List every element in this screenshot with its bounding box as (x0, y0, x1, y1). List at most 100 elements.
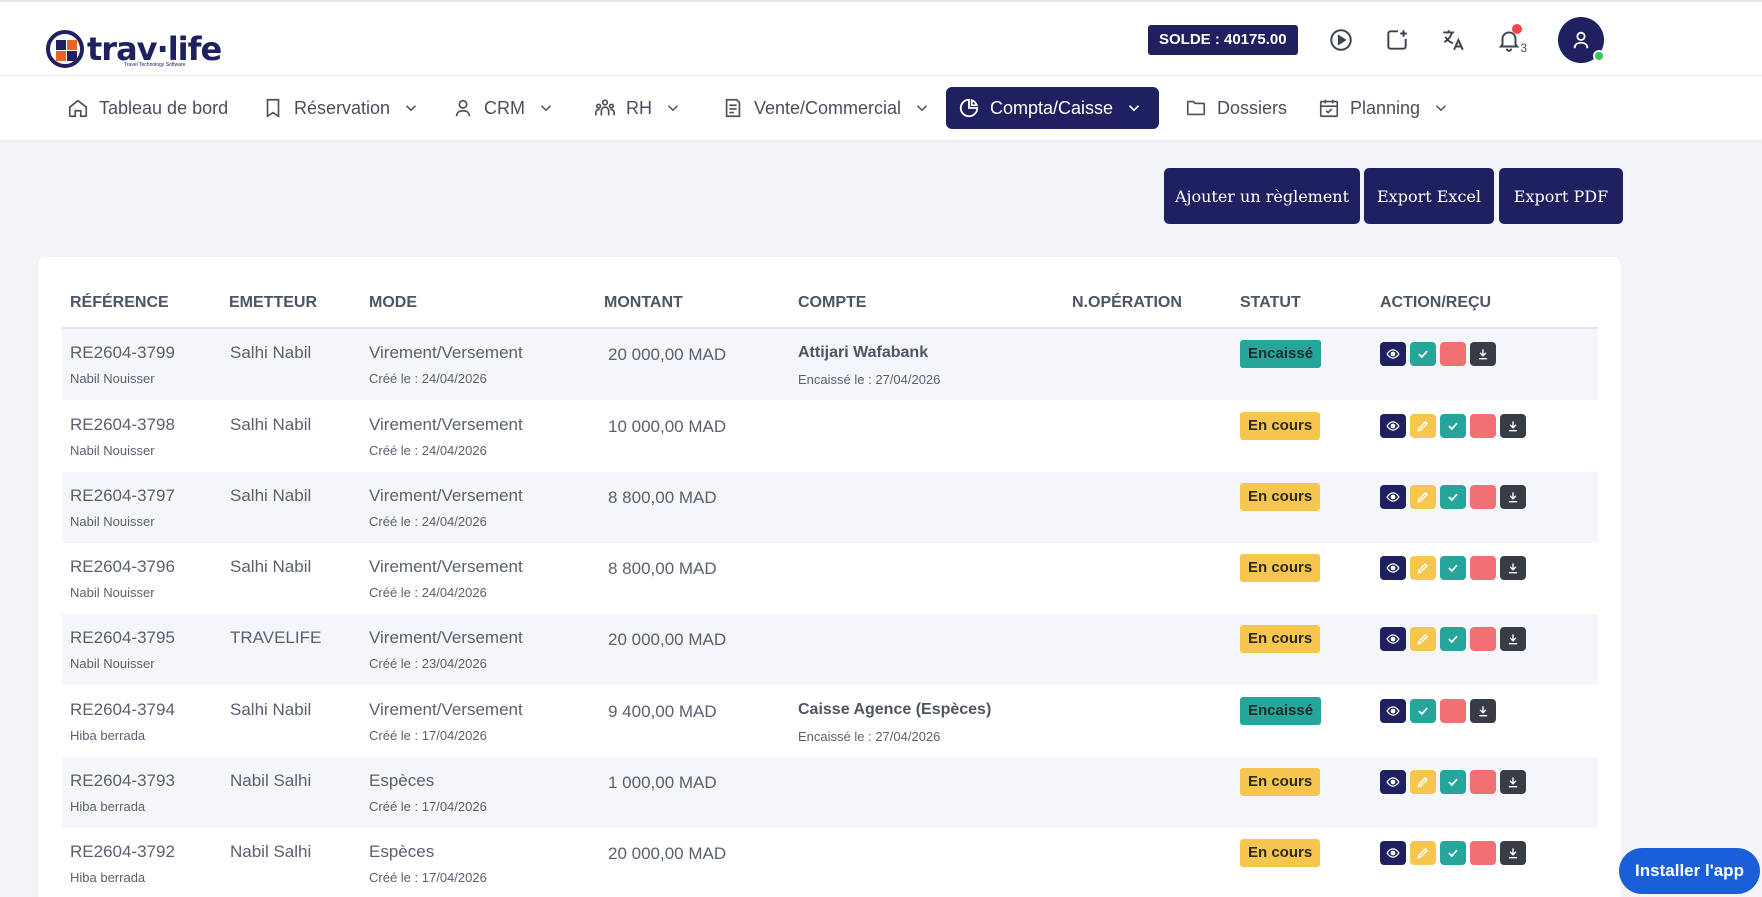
validate-button[interactable] (1440, 414, 1466, 438)
validate-button[interactable] (1410, 699, 1436, 723)
delete-button[interactable] (1470, 627, 1496, 651)
validate-button[interactable] (1440, 627, 1466, 651)
table-row: RE2604-3797 Nabil Nouisser Salhi Nabil Vire… (62, 472, 1598, 543)
edit-button[interactable] (1410, 627, 1436, 651)
play-icon[interactable] (1323, 22, 1359, 58)
view-button[interactable] (1380, 699, 1406, 723)
pencil-icon (1416, 846, 1430, 860)
table-row: RE2604-3794 Hiba berrada Salhi Nabil Vireme… (62, 686, 1598, 757)
edit-button[interactable] (1410, 556, 1436, 580)
nav-item-vente-commercial[interactable]: Vente/Commercial (710, 87, 943, 129)
pencil-icon (1416, 775, 1430, 789)
edit-button[interactable] (1410, 841, 1436, 865)
chevron-down-icon (406, 105, 417, 112)
bell-icon[interactable]: 3 (1491, 22, 1527, 58)
validate-button[interactable] (1440, 841, 1466, 865)
nav-label: Tableau de bord (99, 97, 229, 118)
avatar[interactable] (1558, 17, 1605, 63)
delete-button[interactable] (1470, 414, 1496, 438)
table-row: RE2604-3799 Nabil Nouisser Salhi Nabil Vire… (62, 329, 1598, 400)
download-receipt-button[interactable] (1470, 342, 1496, 366)
row-mode: Virement/Versement (369, 415, 523, 434)
export-excel-button[interactable]: Export Excel (1364, 168, 1494, 224)
delete-button[interactable] (1440, 342, 1466, 366)
delete-button[interactable] (1470, 485, 1496, 509)
row-created-by: Nabil Nouisser (70, 585, 155, 600)
nav-item-planning[interactable]: Planning (1306, 87, 1462, 129)
logo[interactable]: trav∙life Travel Technology Software (46, 28, 222, 70)
validate-button[interactable] (1410, 342, 1436, 366)
delete-button[interactable] (1470, 841, 1496, 865)
row-reference: RE2604-3797 (70, 486, 175, 505)
edit-button[interactable] (1410, 485, 1436, 509)
pencil-icon (1416, 419, 1430, 433)
download-receipt-button[interactable] (1500, 485, 1526, 509)
row-actions (1380, 627, 1526, 651)
translate-icon[interactable] (1435, 22, 1471, 58)
view-button[interactable] (1380, 770, 1406, 794)
view-button[interactable] (1380, 627, 1406, 651)
th-emetteur: EMETTEUR (229, 294, 317, 311)
install-app-button[interactable]: Installer l'app (1619, 848, 1760, 894)
th-reference: RÉFÉRENCE (70, 294, 169, 311)
edit-button[interactable] (1410, 770, 1436, 794)
nav-item-compta-caisse[interactable]: Compta/Caisse (946, 87, 1159, 129)
check-icon (1416, 704, 1430, 718)
row-created-by: Nabil Nouisser (70, 514, 155, 529)
row-emetteur: Salhi Nabil (230, 557, 312, 576)
view-button[interactable] (1380, 342, 1406, 366)
status-badge: Encaissé (1240, 697, 1322, 725)
add-reglement-button[interactable]: Ajouter un règlement (1164, 168, 1360, 224)
download-icon (1506, 419, 1520, 433)
chevron-down-icon (667, 105, 679, 112)
download-receipt-button[interactable] (1500, 770, 1526, 794)
nav-item-dossiers[interactable]: Dossiers (1173, 87, 1299, 129)
validate-button[interactable] (1440, 770, 1466, 794)
download-receipt-button[interactable] (1500, 556, 1526, 580)
check-icon (1446, 561, 1460, 575)
nav-item-reservation[interactable]: Réservation (250, 87, 432, 129)
users-icon (595, 99, 615, 116)
nav-item-rh[interactable]: RH (582, 87, 694, 129)
row-reference: RE2604-3798 (70, 415, 175, 434)
delete-button[interactable] (1440, 699, 1466, 723)
row-mode: Espèces (369, 771, 435, 790)
row-created-date: Créé le : 24/04/2026 (369, 585, 487, 600)
validate-button[interactable] (1440, 556, 1466, 580)
add-window-icon[interactable] (1379, 22, 1415, 58)
row-mode: Virement/Versement (369, 557, 523, 576)
row-created-date: Créé le : 17/04/2026 (369, 799, 487, 814)
row-created-by: Hiba berrada (70, 799, 146, 814)
nav-item-crm[interactable]: CRM (440, 87, 567, 129)
download-receipt-button[interactable] (1500, 627, 1526, 651)
row-montant: 20 000,00 MAD (608, 844, 727, 863)
row-created-by: Hiba berrada (70, 728, 146, 743)
view-button[interactable] (1380, 414, 1406, 438)
row-emetteur: Salhi Nabil (230, 343, 312, 362)
delete-button[interactable] (1470, 770, 1496, 794)
view-button[interactable] (1380, 556, 1406, 580)
nav-label: Dossiers (1217, 97, 1288, 118)
check-icon (1446, 490, 1460, 504)
export-pdf-button[interactable]: Export PDF (1499, 168, 1623, 224)
edit-button[interactable] (1410, 414, 1436, 438)
view-button[interactable] (1380, 485, 1406, 509)
nav-item-tableau-de-bord[interactable]: Tableau de bord (55, 87, 240, 129)
row-compte: Attijari Wafabank (798, 344, 929, 361)
download-receipt-button[interactable] (1500, 414, 1526, 438)
table-header: RÉFÉRENCE EMETTEUR MODE MONTANT COMPTE N… (62, 290, 1598, 329)
check-icon (1446, 632, 1460, 646)
row-encaisse-date: Encaissé le : 27/04/2026 (798, 372, 941, 387)
check-icon (1446, 419, 1460, 433)
view-button[interactable] (1380, 841, 1406, 865)
download-icon (1506, 490, 1520, 504)
download-receipt-button[interactable] (1500, 841, 1526, 865)
row-mode: Virement/Versement (369, 628, 523, 647)
row-montant: 20 000,00 MAD (608, 630, 727, 649)
row-mode: Virement/Versement (369, 486, 523, 505)
delete-button[interactable] (1470, 556, 1496, 580)
nav-label: Planning (1350, 97, 1421, 118)
download-receipt-button[interactable] (1470, 699, 1496, 723)
validate-button[interactable] (1440, 485, 1466, 509)
eye-icon (1386, 704, 1400, 718)
